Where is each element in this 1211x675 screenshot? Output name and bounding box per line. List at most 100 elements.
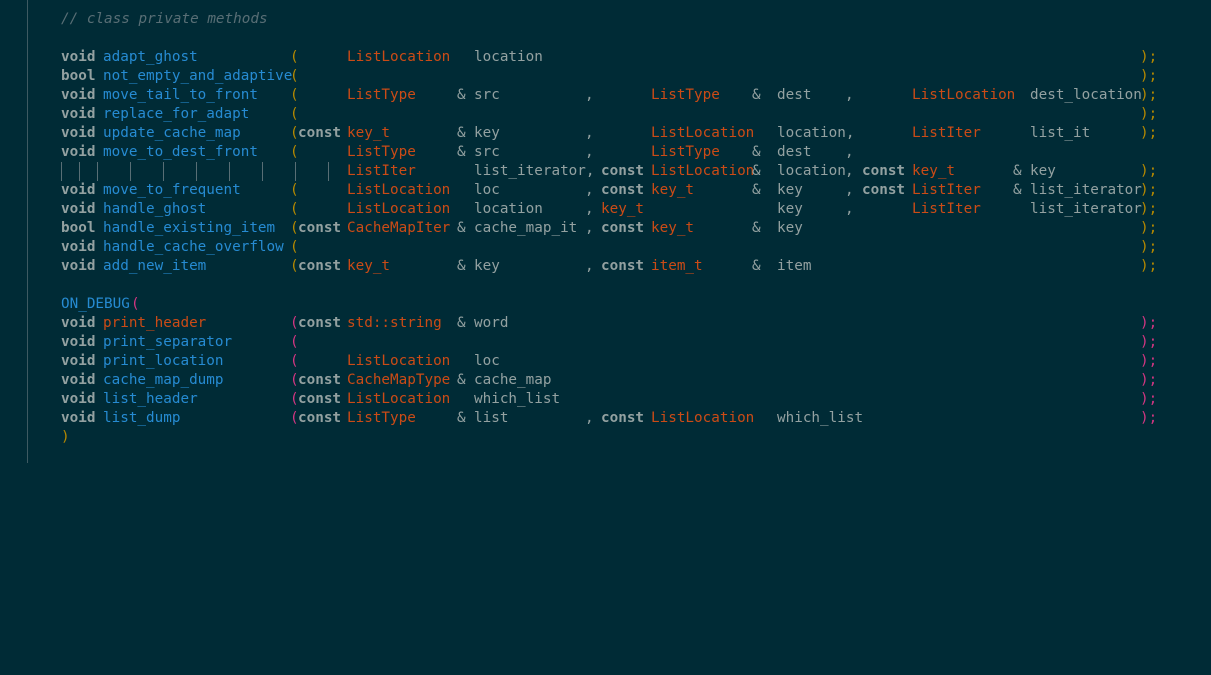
comma: ,: [585, 125, 594, 141]
type-name: ListLocation: [651, 163, 755, 179]
indent-guide: [328, 162, 329, 181]
keyword: void: [61, 372, 96, 388]
type-name: ListLocation: [651, 125, 755, 141]
statement-end: );: [1140, 68, 1158, 84]
type-name: ListLocation: [347, 391, 451, 407]
keyword: void: [61, 201, 96, 217]
keyword: void: [61, 49, 96, 65]
type-name: ListLocation: [912, 87, 1016, 103]
comma: ,: [845, 201, 854, 217]
function-name: list_header: [103, 391, 198, 407]
type-name: ListLocation: [347, 49, 451, 65]
comma: ,: [585, 87, 594, 103]
code-line: void add_new_item ( const key_t & key , …: [0, 257, 1211, 276]
ampersand: &: [752, 163, 761, 179]
param-name: key: [474, 258, 500, 274]
open-paren: (: [290, 239, 299, 255]
function-name: print_header: [103, 315, 207, 331]
keyword: void: [61, 258, 96, 274]
statement-end: );: [1140, 334, 1158, 350]
param-name: src: [474, 144, 500, 160]
statement-end: );: [1140, 239, 1158, 255]
keyword: const: [298, 258, 342, 274]
ampersand: &: [752, 144, 761, 160]
statement-end: );: [1140, 201, 1158, 217]
indent-guide: [262, 162, 263, 181]
open-paren: (: [290, 334, 299, 350]
keyword: const: [298, 220, 342, 236]
ampersand: &: [457, 410, 466, 426]
type-name: key_t: [912, 163, 956, 179]
keyword: void: [61, 144, 96, 160]
ampersand: &: [457, 315, 466, 331]
comma: ,: [585, 220, 594, 236]
open-paren: (: [290, 49, 299, 65]
code-editor[interactable]: // class private methods void adapt_ghos…: [0, 10, 1211, 447]
type-name: ListLocation: [347, 201, 451, 217]
keyword: const: [298, 125, 342, 141]
param-name: loc: [474, 353, 500, 369]
open-paren: (: [290, 144, 299, 160]
keyword: const: [298, 315, 342, 331]
function-name: handle_cache_overflow: [103, 239, 284, 255]
param-name: key: [777, 182, 803, 198]
function-name: print_location: [103, 353, 224, 369]
param-name: dest: [777, 87, 812, 103]
type-name: CacheMapType: [347, 372, 451, 388]
indent-guide: [79, 162, 80, 181]
param-name: key: [777, 201, 803, 217]
type-name: ListIter: [912, 182, 981, 198]
type-name: key_t: [651, 220, 695, 236]
param-name: list_iterator: [1030, 182, 1142, 198]
macro-name: ON_DEBUG: [61, 296, 130, 312]
code-line: void move_to_frequent ( ListLocation loc…: [0, 181, 1211, 200]
param-name: list_iterator: [1030, 201, 1142, 217]
function-name: move_to_dest_front: [103, 144, 258, 160]
function-name: adapt_ghost: [103, 49, 198, 65]
ampersand: &: [457, 125, 466, 141]
code-line: void handle_ghost ( ListLocation locatio…: [0, 200, 1211, 219]
keyword: void: [61, 239, 96, 255]
code-line: ): [0, 428, 1211, 447]
comma: ,: [585, 201, 594, 217]
param-name: list_iterator,: [474, 163, 595, 179]
ampersand: &: [457, 87, 466, 103]
ampersand: &: [457, 220, 466, 236]
keyword: bool: [61, 68, 96, 84]
param-name: list_it: [1030, 125, 1091, 141]
keyword: void: [61, 334, 96, 350]
type-name: std::string: [347, 315, 442, 331]
ampersand: &: [752, 87, 761, 103]
param-name: item: [777, 258, 812, 274]
function-name: list_dump: [103, 410, 181, 426]
ampersand: &: [752, 258, 761, 274]
code-line: void cache_map_dump ( const CacheMapType…: [0, 371, 1211, 390]
ampersand: &: [457, 258, 466, 274]
comma: ,: [585, 182, 594, 198]
open-paren: (: [290, 87, 299, 103]
code-line: void list_header ( const ListLocation wh…: [0, 390, 1211, 409]
statement-end: );: [1140, 410, 1158, 426]
type-name: ListType: [347, 144, 416, 160]
param-name: dest: [777, 144, 812, 160]
ampersand: &: [1013, 163, 1022, 179]
type-name: key_t: [347, 125, 391, 141]
function-name: handle_existing_item: [103, 220, 276, 236]
statement-end: );: [1140, 220, 1158, 236]
keyword: const: [601, 410, 645, 426]
param-name: location,: [777, 125, 855, 141]
keyword: const: [601, 258, 645, 274]
param-name: cache_map_it: [474, 220, 578, 236]
type-name: ListType: [651, 144, 720, 160]
keyword: bool: [61, 220, 96, 236]
type-name: ListLocation: [651, 410, 755, 426]
param-name: key: [1030, 163, 1056, 179]
type-name: key_t: [651, 182, 695, 198]
open-paren: (: [290, 201, 299, 217]
function-name: replace_for_adapt: [103, 106, 250, 122]
param-name: word: [474, 315, 509, 331]
keyword: void: [61, 315, 96, 331]
type-name: ListType: [651, 87, 720, 103]
code-line-continuation: ListIter list_iterator, const ListLocati…: [0, 162, 1211, 181]
type-name: item_t: [651, 258, 703, 274]
